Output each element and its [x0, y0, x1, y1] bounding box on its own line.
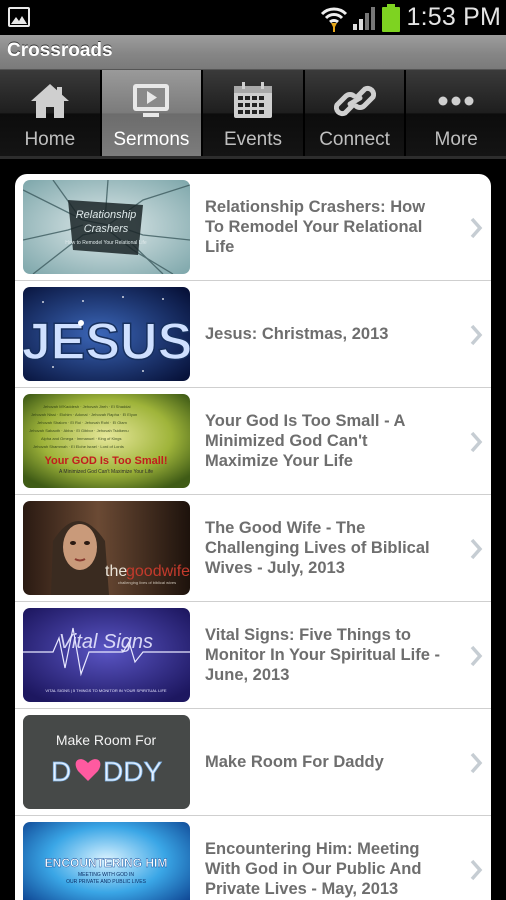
thumb-subtitle: VITAL SIGNS | 5 THINGS TO MONITOR IN YOU… — [45, 688, 167, 693]
chevron-right-icon — [470, 324, 483, 346]
signal-icon — [353, 6, 376, 30]
app-title: Crossroads — [7, 40, 113, 61]
battery-icon — [382, 3, 401, 32]
tab-more-label: More — [434, 129, 478, 150]
svg-text:Jehovah Shalom · El Roi · Jeho: Jehovah Shalom · El Roi · Jehovah Rohi ·… — [37, 420, 127, 425]
monitor-play-icon — [133, 84, 170, 117]
sermon-title: Make Room For Daddy — [205, 753, 384, 771]
wifi-icon — [321, 7, 348, 32]
more-dots-icon — [438, 96, 474, 106]
sermon-thumbnail: the goodwife challenging lives of biblic… — [23, 501, 190, 595]
gallery-icon — [8, 7, 30, 27]
thumb-subtitle: How to Remodel Your Relational Life — [65, 240, 147, 246]
sermon-thumbnail: Jehovah M'Kaddesh · Jehovah Jireh · El S… — [23, 394, 190, 488]
tab-more[interactable]: More — [406, 70, 506, 156]
tab-events-label: Events — [223, 129, 283, 150]
list-item[interactable]: the goodwife challenging lives of biblic… — [15, 495, 491, 602]
thumb-title-line1: Relationship — [76, 209, 137, 221]
tab-connect[interactable]: Connect — [304, 70, 407, 156]
status-time: 1:53 PM — [406, 3, 501, 31]
sermon-title: Relationship Crashers: How To Remodel Yo… — [205, 198, 426, 256]
thumb-title-line1: Make Room For — [56, 732, 157, 748]
sermon-title: Your God Is Too Small - A Minimized God … — [205, 412, 405, 470]
home-icon — [30, 84, 69, 118]
list-item[interactable]: JESUS Jesus: Christmas, 2013 — [15, 281, 491, 388]
sermon-list[interactable]: Relationship Crashers How to Remodel You… — [15, 174, 491, 900]
calendar-icon — [233, 82, 272, 118]
chevron-right-icon — [470, 859, 483, 881]
thumb-title-goodwife: goodwife — [126, 563, 190, 580]
chevron-right-icon — [470, 431, 483, 453]
svg-text:Alpha and Omega · Immanuel · K: Alpha and Omega · Immanuel · King of Kin… — [41, 436, 122, 441]
thumb-title-d: D — [51, 756, 71, 787]
title-bar: Crossroads — [0, 35, 506, 70]
sermon-title: The Good Wife - The Challenging Lives of… — [205, 519, 430, 577]
list-item[interactable]: Vital Signs VITAL SIGNS | 5 THINGS TO MO… — [15, 602, 491, 709]
sermon-thumbnail: Relationship Crashers How to Remodel You… — [23, 180, 190, 274]
sermon-title: Jesus: Christmas, 2013 — [205, 325, 389, 343]
sermon-title: Encountering Him: Meeting With God in Ou… — [205, 840, 422, 898]
tab-home[interactable]: Home — [0, 70, 102, 156]
chevron-right-icon — [470, 752, 483, 774]
svg-text:Jehovah M'Kaddesh · Jehovah Ji: Jehovah M'Kaddesh · Jehovah Jireh · El S… — [43, 404, 131, 409]
thumb-subtitle-line1: MEETING WITH GOD IN — [78, 872, 134, 878]
tab-sermons[interactable]: Sermons — [101, 70, 204, 156]
list-item[interactable]: Relationship Crashers How to Remodel You… — [15, 174, 491, 281]
thumb-title: ENCOUNTERING HIM — [45, 856, 168, 870]
thumb-title-the: the — [105, 563, 127, 580]
chevron-right-icon — [470, 645, 483, 667]
thumb-subtitle: challenging lives of biblical wives — [118, 580, 176, 585]
list-item[interactable]: Jehovah M'Kaddesh · Jehovah Jireh · El S… — [15, 388, 491, 495]
chevron-right-icon — [470, 217, 483, 239]
tab-events[interactable]: Events — [203, 70, 305, 156]
tab-underline — [0, 156, 506, 159]
tab-home-label: Home — [24, 129, 76, 150]
tab-connect-label: Connect — [319, 129, 390, 150]
thumb-title: JESUS — [23, 313, 190, 371]
sermon-thumbnail: JESUS — [23, 287, 190, 381]
list-item[interactable]: ENCOUNTERING HIM MEETING WITH GOD IN OUR… — [15, 816, 491, 900]
svg-text:Jehovah Nissi · Elohim · Adona: Jehovah Nissi · Elohim · Adonai · Jehova… — [31, 412, 137, 417]
sermon-title: Vital Signs: Five Things to Monitor In Y… — [205, 626, 440, 684]
list-item[interactable]: Make Room For D DDY Make Room For Daddy — [15, 709, 491, 816]
svg-text:Jehovah Shammah · El Elohe Isr: Jehovah Shammah · El Elohe Israel · Lord… — [33, 444, 124, 449]
thumb-subtitle-line2: OUR PRIVATE AND PUBLIC LIVES — [66, 879, 147, 885]
svg-text:Jehovah Sabaoth · Abba · El Gi: Jehovah Sabaoth · Abba · El Gibbor · Jeh… — [29, 428, 129, 433]
sermon-thumbnail: Vital Signs VITAL SIGNS | 5 THINGS TO MO… — [23, 608, 190, 702]
tab-bar: Home Sermons Events Connect More — [0, 70, 506, 156]
thumb-title: Vital Signs — [59, 631, 153, 653]
chain-link-icon — [333, 85, 376, 117]
sermon-thumbnail: ENCOUNTERING HIM MEETING WITH GOD IN OUR… — [23, 822, 190, 900]
thumb-title: Your GOD Is Too Small! — [44, 455, 167, 467]
chevron-right-icon — [470, 538, 483, 560]
thumb-title-line2: Crashers — [84, 223, 129, 235]
tab-sermons-label: Sermons — [113, 129, 190, 150]
thumb-title-ddy: DDY — [103, 756, 162, 787]
thumb-subtitle: A Minimized God Can't Maximize Your Life — [59, 469, 153, 475]
sermon-thumbnail: Make Room For D DDY — [23, 715, 190, 809]
status-bar: 1:53 PM — [0, 0, 506, 35]
